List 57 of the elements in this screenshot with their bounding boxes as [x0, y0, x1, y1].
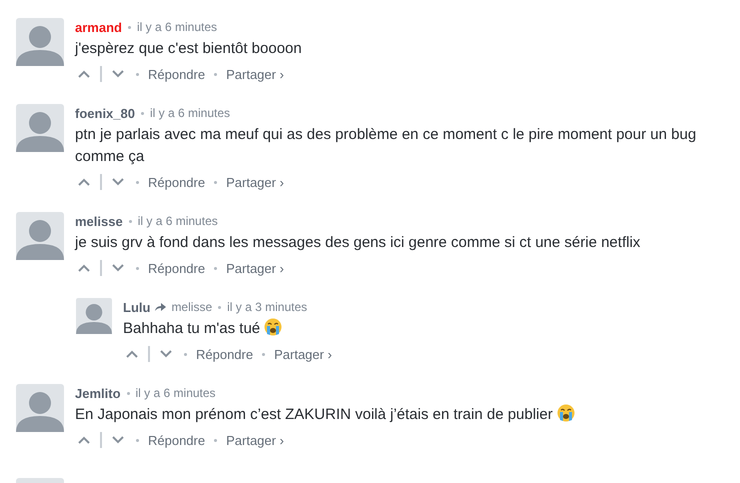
separator-dot: [126, 392, 130, 394]
timestamp[interactable]: il y a 6 minutes: [138, 214, 218, 228]
author-name[interactable]: Lulu: [123, 300, 150, 314]
comment-text: Bahhaha tu m'as tué: [123, 320, 260, 337]
chevron-down-icon: [112, 436, 124, 444]
chevron-up-icon: [78, 264, 90, 272]
reply-link[interactable]: Répondre: [148, 432, 206, 448]
author-name[interactable]: melisse: [75, 214, 123, 228]
share-link[interactable]: Partager ›: [226, 66, 284, 82]
separator-dot: [184, 352, 187, 356]
separator-dot: [140, 112, 144, 114]
comment-text: En Japonais mon prénom c’est ZAKURIN voilà j’étais en train de publier: [75, 406, 553, 423]
comment-text: je suis grv à fond dans les messages des gens ici genre comme si ct une série netflix: [75, 234, 640, 251]
separator-dot: [262, 352, 266, 356]
avatar-icon: [16, 384, 64, 432]
timestamp[interactable]: il y a 6 minutes: [136, 20, 218, 34]
separator-dot: [136, 180, 139, 184]
share-link[interactable]: Partager ›: [226, 174, 284, 190]
chevron-up-icon: [78, 178, 90, 186]
reply-link[interactable]: Répondre: [148, 260, 206, 276]
share-link[interactable]: Partager ›: [226, 260, 284, 276]
chevron-down-icon: [112, 70, 124, 78]
avatar-icon: [16, 104, 64, 152]
separator-dot: [214, 438, 218, 442]
reply-link[interactable]: Répondre: [148, 66, 206, 82]
share-link[interactable]: Partager ›: [274, 346, 332, 362]
chevron-down-icon: [112, 178, 124, 186]
chevron-down-icon: [160, 350, 172, 358]
comment-text: ptn je parlais avec ma meuf qui as des problème en ce moment c le pire moment pour un bug comme ça: [75, 126, 696, 165]
author-name[interactable]: foenix_80: [75, 106, 135, 120]
reply-link[interactable]: Répondre: [196, 346, 254, 362]
avatar-icon: [16, 212, 64, 260]
avatar-icon: [16, 18, 64, 66]
share-link[interactable]: Partager ›: [226, 432, 284, 448]
author-name[interactable]: Jemlito: [75, 386, 121, 400]
comment-text: j'espèrez que c'est bientôt boooon: [75, 40, 302, 57]
separator-dot: [214, 72, 218, 76]
separator-dot: [136, 266, 139, 270]
separator-dot: [136, 72, 139, 76]
separator-dot: [214, 266, 218, 270]
separator-dot: [218, 306, 222, 308]
chevron-down-icon: [112, 264, 124, 272]
timestamp[interactable]: il y a 6 minutes: [150, 106, 230, 120]
separator-dot: [214, 180, 218, 184]
separator-dot: [136, 438, 139, 442]
chevron-up-icon: [126, 350, 138, 358]
separator-dot: [128, 26, 131, 28]
arrow-icon: [154, 302, 168, 312]
avatar-icon: [76, 298, 112, 334]
chevron-up-icon: [78, 436, 90, 444]
chevron-up-icon: [78, 70, 90, 78]
timestamp[interactable]: il y a 3 minutes: [227, 300, 308, 314]
author-name[interactable]: armand: [75, 20, 122, 34]
timestamp[interactable]: il y a 6 minutes: [136, 386, 216, 400]
separator-dot: [128, 220, 132, 222]
reply-to-name[interactable]: melisse: [171, 300, 212, 314]
reply-link[interactable]: Répondre: [148, 174, 206, 190]
